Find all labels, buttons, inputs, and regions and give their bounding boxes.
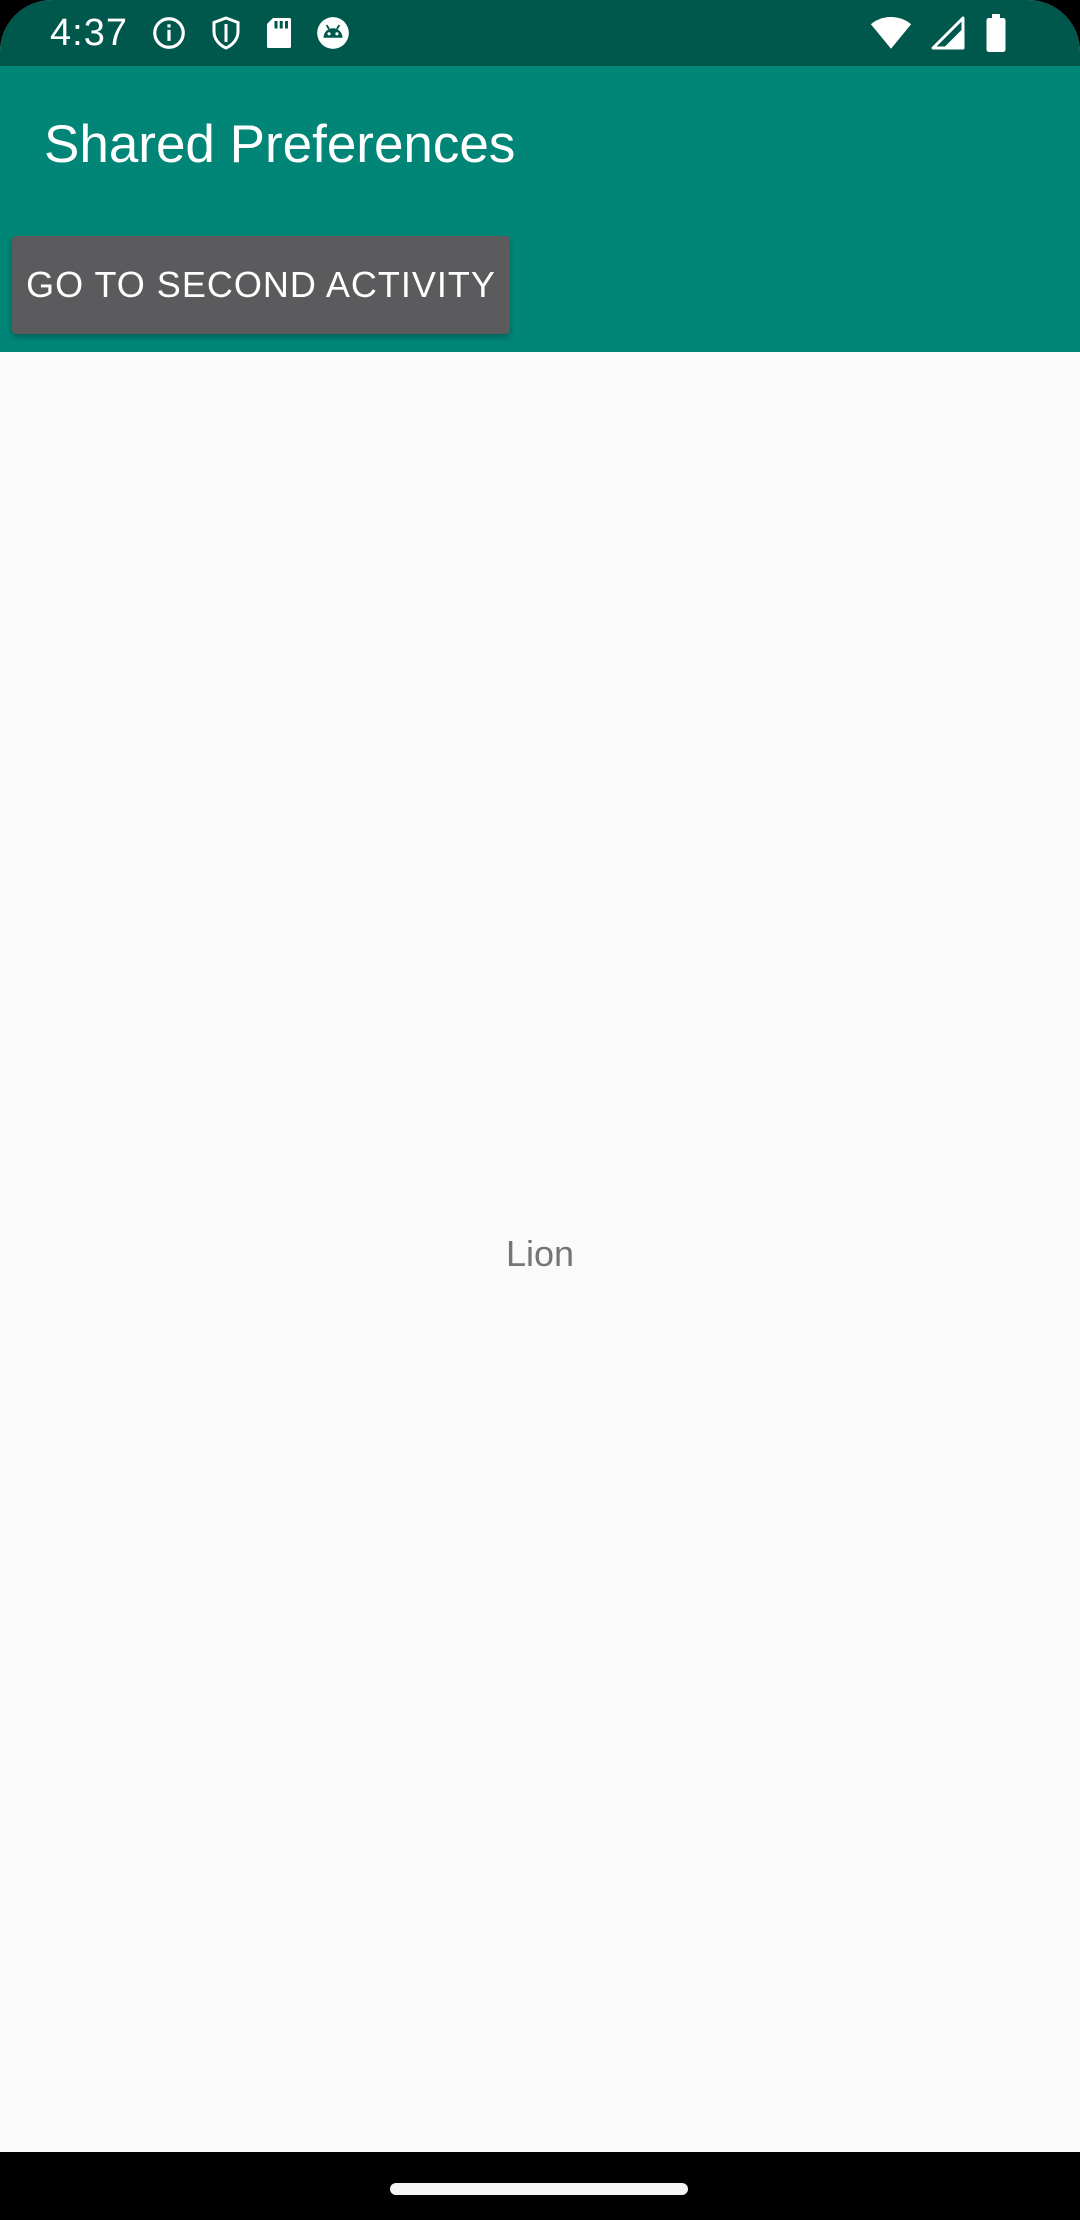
wifi-icon xyxy=(870,15,912,51)
shield-icon xyxy=(208,13,244,53)
sd-card-icon xyxy=(264,15,294,51)
status-time: 4:37 xyxy=(50,12,128,54)
home-gesture-handle[interactable] xyxy=(390,2183,688,2195)
device-screen: 4:37 Shared Preferences GO TO SECOND ACT… xyxy=(0,0,1080,2220)
go-to-second-activity-button[interactable]: GO TO SECOND ACTIVITY xyxy=(12,236,510,334)
stored-value-text: Lion xyxy=(505,1233,575,1274)
status-icons-right xyxy=(870,14,1008,52)
main-content: Lion xyxy=(0,352,1080,2152)
cellular-signal-icon xyxy=(930,15,966,51)
android-icon xyxy=(314,14,352,52)
info-icon xyxy=(150,14,188,52)
navigation-bar xyxy=(0,2152,1080,2220)
app-bar: Shared Preferences GO TO SECOND ACTIVITY xyxy=(0,66,1080,352)
battery-icon xyxy=(984,14,1008,52)
status-bar: 4:37 xyxy=(0,0,1080,66)
status-icons-left xyxy=(150,13,352,53)
page-title: Shared Preferences xyxy=(44,115,516,174)
